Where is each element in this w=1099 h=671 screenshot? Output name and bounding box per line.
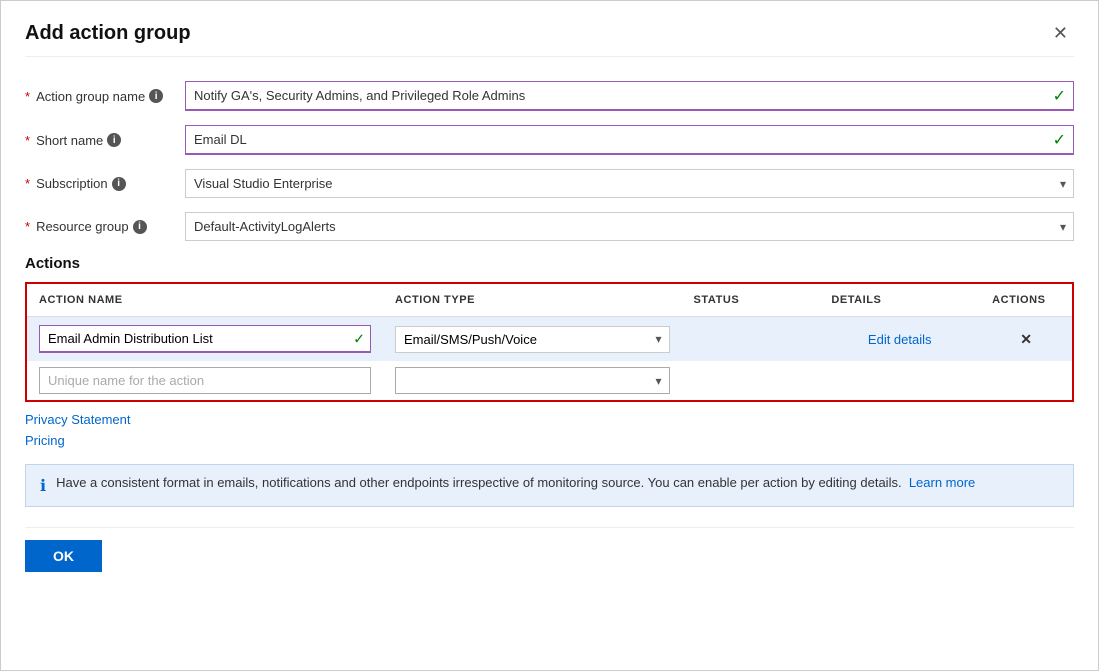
short-name-field-wrapper: ✓ [185, 125, 1074, 155]
privacy-statement-link[interactable]: Privacy Statement [25, 412, 131, 427]
action-group-name-row: * Action group name i ✓ [25, 81, 1074, 111]
pricing-link[interactable]: Pricing [25, 433, 65, 448]
required-star-short: * [25, 133, 30, 148]
short-name-info-icon[interactable]: i [107, 133, 121, 147]
action-type-select[interactable]: Email/SMS/Push/Voice [395, 326, 670, 353]
new-action-type-select[interactable] [395, 367, 670, 394]
table-row: ✓ Email/SMS/Push/Voice ▾ [27, 317, 1072, 362]
subscription-select[interactable]: Visual Studio Enterprise [185, 169, 1074, 198]
resource-group-select-wrapper: Default-ActivityLogAlerts ▾ [185, 212, 1074, 241]
new-action-type-cell: ▾ [383, 361, 682, 400]
subscription-row: * Subscription i Visual Studio Enterpris… [25, 169, 1074, 198]
action-type-cell: Email/SMS/Push/Voice ▾ [383, 317, 682, 362]
close-button[interactable]: ✕ [1047, 21, 1074, 46]
col-header-actions: ACTIONS [980, 284, 1072, 317]
resource-group-label: * Resource group i [25, 219, 185, 234]
new-details-cell [819, 361, 980, 400]
actions-section-title: Actions [25, 255, 1074, 272]
action-name-input[interactable] [39, 325, 371, 353]
short-name-label: * Short name i [25, 133, 185, 148]
ok-button[interactable]: OK [25, 540, 102, 572]
info-banner-text: Have a consistent format in emails, noti… [56, 475, 975, 490]
resource-group-row: * Resource group i Default-ActivityLogAl… [25, 212, 1074, 241]
new-action-type-wrapper: ▾ [395, 367, 670, 394]
col-header-details: DETAILS [819, 284, 980, 317]
actions-table: ACTION NAME ACTION TYPE STATUS DETAILS A… [27, 284, 1072, 400]
action-type-select-wrapper: Email/SMS/Push/Voice ▾ [395, 326, 670, 353]
short-name-row: * Short name i ✓ [25, 125, 1074, 155]
edit-details-link[interactable]: Edit details [868, 332, 932, 347]
delete-action-button[interactable]: ✕ [1020, 331, 1032, 348]
col-header-status: STATUS [682, 284, 820, 317]
dialog-header: Add action group ✕ [25, 21, 1074, 57]
resource-group-info-icon[interactable]: i [133, 220, 147, 234]
required-star-sub: * [25, 176, 30, 191]
privacy-statement-row: Privacy Statement [25, 412, 1074, 427]
short-name-check-icon: ✓ [1053, 130, 1066, 150]
subscription-info-icon[interactable]: i [112, 177, 126, 191]
dialog-footer: OK [25, 527, 1074, 572]
status-cell [682, 317, 820, 362]
required-star-rg: * [25, 219, 30, 234]
info-banner: ℹ Have a consistent format in emails, no… [25, 464, 1074, 507]
new-action-name-input[interactable] [39, 367, 371, 394]
action-group-name-check-icon: ✓ [1053, 86, 1066, 106]
col-header-action-type: ACTION TYPE [383, 284, 682, 317]
action-group-name-input[interactable] [185, 81, 1074, 111]
new-actions-cell [980, 361, 1072, 400]
required-star: * [25, 89, 30, 104]
col-header-action-name: ACTION NAME [27, 284, 383, 317]
add-action-group-dialog: Add action group ✕ * Action group name i… [0, 0, 1099, 671]
actions-cell: ✕ [980, 317, 1072, 362]
short-name-input[interactable] [185, 125, 1074, 155]
new-action-row: ▾ [27, 361, 1072, 400]
subscription-select-wrapper: Visual Studio Enterprise ▾ [185, 169, 1074, 198]
info-banner-icon: ℹ [40, 476, 46, 496]
pricing-row: Pricing [25, 433, 1074, 448]
actions-table-wrapper: ACTION NAME ACTION TYPE STATUS DETAILS A… [25, 282, 1074, 402]
learn-more-link[interactable]: Learn more [909, 475, 975, 490]
action-name-input-wrapper: ✓ [39, 325, 371, 353]
resource-group-select[interactable]: Default-ActivityLogAlerts [185, 212, 1074, 241]
new-action-name-cell [27, 361, 383, 400]
action-group-name-info-icon[interactable]: i [149, 89, 163, 103]
action-name-check-icon: ✓ [353, 331, 365, 348]
action-name-cell: ✓ [27, 317, 383, 362]
dialog-title: Add action group [25, 22, 191, 45]
action-group-name-field-wrapper: ✓ [185, 81, 1074, 111]
new-status-cell [682, 361, 820, 400]
details-cell: Edit details [819, 317, 980, 362]
action-group-name-label: * Action group name i [25, 89, 185, 104]
subscription-label: * Subscription i [25, 176, 185, 191]
